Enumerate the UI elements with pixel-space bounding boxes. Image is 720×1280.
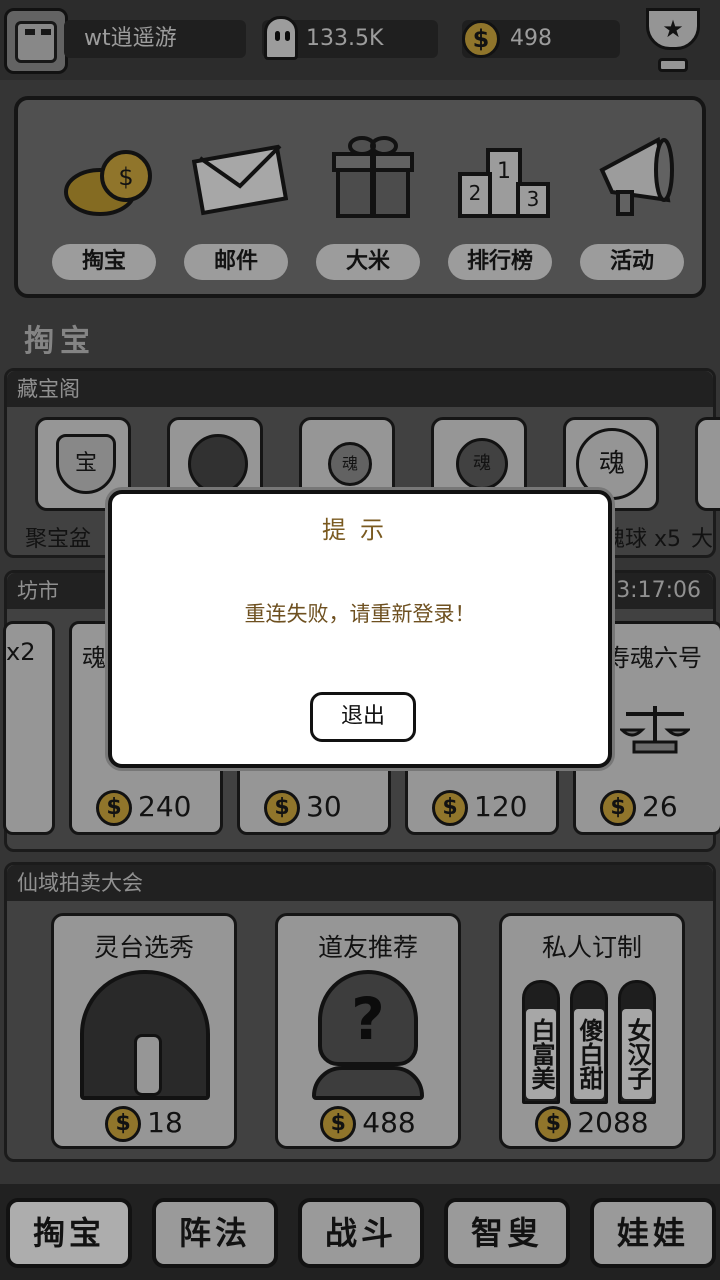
reconnect-dialog: 提示 重连失败，请重新登录！ 退出	[108, 490, 612, 768]
exit-button[interactable]: 退出	[310, 692, 416, 742]
dialog-message: 重连失败，请重新登录！	[244, 602, 476, 626]
dialog-title: 提示	[322, 516, 398, 544]
